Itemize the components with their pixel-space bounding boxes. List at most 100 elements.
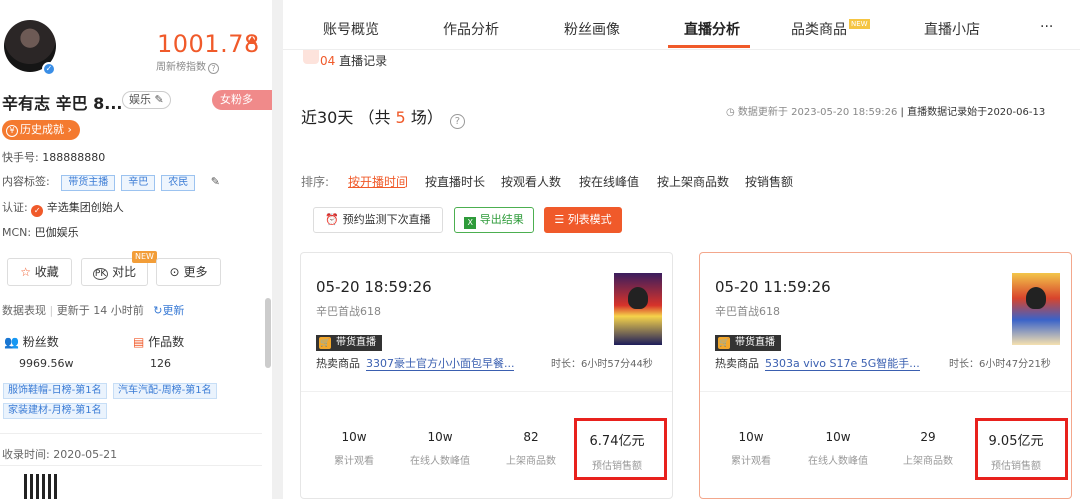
new-badge: NEW — [849, 19, 870, 29]
content-tag[interactable]: 辛巴 — [121, 175, 156, 191]
rank-tag[interactable]: 家装建材-月榜-第1名 — [3, 403, 107, 419]
live-card[interactable]: 05-20 18:59:26 辛巴首战618 🛒 带货直播 热卖商品 3307豪士官… — [300, 252, 673, 499]
qr-code — [24, 474, 60, 499]
divider — [700, 391, 1071, 392]
live-duration: 时长：6小时57分44秒 — [551, 359, 653, 370]
excel-icon: X — [464, 217, 477, 229]
scrollbar[interactable] — [265, 298, 271, 368]
highlight-box — [975, 418, 1068, 480]
hot-item-link[interactable]: 5303a vivo S17e 5G智能手... — [765, 357, 920, 371]
divider — [0, 465, 262, 466]
live-type-badge: 🛒 带货直播 — [715, 335, 781, 351]
rank-tag[interactable]: 服饰鞋帽-日榜-第1名 — [3, 383, 107, 399]
live-duration: 时长：6小时47分21秒 — [949, 359, 1051, 370]
cart-icon: 🛒 — [718, 337, 730, 349]
divider — [0, 433, 262, 434]
active-sort-indicator — [348, 187, 405, 188]
sort-by-duration[interactable]: 按直播时长 — [425, 173, 485, 190]
info-icon[interactable]: i — [222, 116, 233, 127]
clock-icon: ◷ — [726, 107, 735, 118]
help-icon[interactable]: ? — [208, 63, 219, 74]
live-type-badge: 🛒 带货直播 — [316, 335, 382, 351]
hot-item-link[interactable]: 3307豪士官方小小面包早餐... — [366, 357, 515, 371]
list-icon: ☰ — [554, 213, 565, 226]
tab-works[interactable]: 作品分析 — [443, 19, 499, 39]
refresh-link[interactable]: ↻更新 — [153, 304, 184, 317]
mcn-row: MCN: 巴伽娱乐 — [2, 226, 79, 239]
content-tag[interactable]: 带货主播 — [61, 175, 116, 191]
sort-by-viewers[interactable]: 按观看人数 — [501, 173, 561, 190]
sort-by-sales[interactable]: 按销售额 — [745, 173, 793, 190]
new-badge: NEW — [132, 251, 157, 263]
index-score-label: 周新榜指数? — [156, 58, 219, 74]
hot-item-row: 热卖商品 5303a vivo S17e 5G智能手... — [715, 357, 920, 371]
pk-icon: PK — [92, 268, 109, 280]
tab-fans[interactable]: 粉丝画像 — [564, 19, 620, 39]
tab-overview[interactable]: 账号概览 — [323, 19, 379, 39]
verify-row: 认证: ✓ 辛选集团创始人 — [2, 201, 124, 217]
section-marker — [303, 50, 319, 64]
sort-label: 排序: — [301, 175, 330, 189]
more-tabs-icon[interactable]: ··· — [1040, 19, 1053, 35]
edit-icon[interactable]: ✎ — [155, 93, 164, 106]
female-fans-badge: 女粉多 i — [212, 90, 272, 127]
period-summary: 近30天 （共 5 场） ? — [301, 104, 465, 129]
metric-total-views: 10w 累计观看 — [731, 430, 771, 467]
cart-icon: 🛒 — [319, 337, 331, 349]
works-value: 126 — [150, 357, 171, 370]
live-title: 辛巴首战618 — [715, 305, 780, 318]
live-start-time: 05-20 18:59:26 — [316, 278, 432, 296]
metric-total-views: 10w 累计观看 — [334, 430, 374, 467]
more-button[interactable]: ⊙ 更多 — [156, 258, 221, 286]
index-score: 1001.78 — [157, 30, 260, 58]
alarm-icon: ⏰ — [325, 213, 340, 226]
export-button[interactable]: X 导出结果 — [454, 207, 534, 233]
metric-items: 82 上架商品数 — [506, 430, 556, 467]
divider — [301, 391, 672, 392]
up-arrow-icon — [247, 36, 257, 44]
verified-icon: ✓ — [42, 62, 56, 76]
verified-icon: ✓ — [31, 205, 44, 217]
metric-peak-online: 10w 在线人数峰值 — [808, 430, 868, 467]
star-icon: ☆ — [20, 265, 31, 279]
content-tags-row: 内容标签: 带货主播 辛巴 农民 ✎ — [2, 173, 220, 191]
fans-label: 👥 粉丝数 — [4, 335, 59, 349]
main-panel: 账号概览 作品分析 粉丝画像 直播分析 品类商品 NEW 直播小店 ··· 04 … — [283, 0, 1080, 499]
highlight-box — [574, 418, 667, 480]
more-icon: ⊙ — [169, 265, 180, 279]
sort-by-peak[interactable]: 按在线峰值 — [579, 173, 639, 190]
works-label: ▤ 作品数 — [133, 335, 185, 349]
account-name: 辛有志 辛巴 8... — [2, 94, 123, 113]
list-mode-button[interactable]: ☰ 列表模式 — [544, 207, 622, 233]
edit-icon[interactable]: ✎ — [211, 175, 220, 188]
sort-by-items[interactable]: 按上架商品数 — [657, 173, 729, 190]
profile-panel: ✓ 1001.78 周新榜指数? 辛有志 辛巴 8... 娱乐 ✎ 女粉多 i … — [0, 0, 272, 499]
monitor-button[interactable]: ⏰ 预约监测下次直播 — [313, 207, 443, 233]
kuaishou-id-row: 快手号: 188888880 — [2, 151, 106, 164]
help-icon[interactable]: ? — [449, 114, 465, 129]
category-tag[interactable]: 娱乐 ✎ — [122, 91, 171, 109]
content-tag[interactable]: 农民 — [161, 175, 196, 191]
tab-bar: 账号概览 作品分析 粉丝画像 直播分析 品类商品 NEW 直播小店 ··· — [283, 0, 1080, 50]
live-card[interactable]: 05-20 11:59:26 辛巴首战618 🛒 带货直播 热卖商品 5303a v… — [699, 252, 1072, 499]
metric-peak-online: 10w 在线人数峰值 — [410, 430, 470, 467]
trophy-icon: ¥ — [6, 125, 18, 137]
tab-live[interactable]: 直播分析 — [684, 19, 740, 39]
favorite-button[interactable]: ☆ 收藏 — [7, 258, 72, 286]
metric-items: 29 上架商品数 — [903, 430, 953, 467]
tab-category[interactable]: 品类商品 NEW — [791, 19, 870, 39]
data-perf-row: 数据表现 | 更新于 14 小时前 ↻更新 — [2, 304, 185, 317]
active-tab-indicator — [668, 45, 750, 48]
live-cover-image[interactable] — [1012, 273, 1060, 345]
fans-value: 9969.56w — [19, 357, 74, 370]
live-start-time: 05-20 11:59:26 — [715, 278, 831, 296]
history-button[interactable]: ¥ 历史成就 › — [2, 120, 80, 140]
update-info: ◷ 数据更新于 2023-05-20 18:59:26 | 直播数据记录始于20… — [726, 107, 1046, 118]
section-title: 04 直播记录 — [320, 54, 388, 68]
live-title: 辛巴首战618 — [316, 305, 381, 318]
collected-time: 收录时间: 2020-05-21 — [2, 448, 118, 461]
rank-tag[interactable]: 汽车汽配-周榜-第1名 — [113, 383, 217, 399]
tab-shop[interactable]: 直播小店 — [924, 19, 980, 39]
live-cover-image[interactable] — [614, 273, 662, 345]
fans-icon: 👥 — [4, 335, 19, 349]
